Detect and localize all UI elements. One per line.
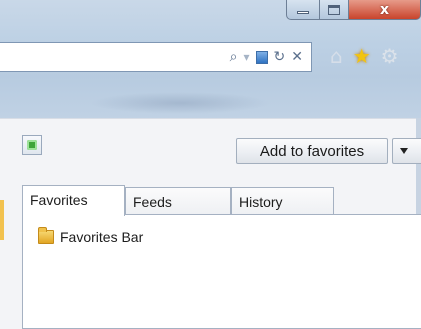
search-icon[interactable]: ⌕: [230, 48, 238, 66]
stop-icon[interactable]: ✕: [291, 48, 303, 66]
chevron-down-icon: [400, 148, 408, 154]
maximize-button[interactable]: [319, 0, 349, 20]
tab-feeds[interactable]: Feeds: [125, 187, 231, 215]
pin-favorites-center-icon: [27, 140, 37, 150]
tools-gear-icon[interactable]: ⚙: [381, 44, 399, 68]
search-dropdown-icon[interactable]: ▾: [244, 50, 250, 64]
tab-favorites[interactable]: Favorites: [22, 185, 125, 216]
add-to-favorites-dropdown[interactable]: [392, 138, 421, 164]
pin-favorites-center-button[interactable]: [22, 135, 42, 155]
minimize-button[interactable]: [286, 0, 320, 20]
favorites-star-icon[interactable]: ★: [353, 44, 371, 68]
tab-history[interactable]: History: [231, 187, 334, 215]
address-bar[interactable]: ⌕ ▾ ↻ ✕: [0, 42, 312, 72]
folder-icon: [38, 227, 54, 244]
address-bar-icons: ⌕ ▾ ↻ ✕: [230, 48, 303, 66]
minimize-icon: [297, 11, 309, 14]
command-toolbar: ⌂ ★ ⚙: [330, 44, 399, 68]
close-icon: x: [379, 1, 390, 18]
compatibility-view-icon[interactable]: [255, 50, 268, 64]
maximize-icon: [328, 4, 340, 15]
refresh-icon[interactable]: ↻: [274, 48, 286, 66]
favorites-list: Favorites Bar: [22, 214, 421, 329]
home-icon[interactable]: ⌂: [330, 44, 343, 68]
pane-left-edge: [0, 200, 4, 240]
add-to-favorites-button[interactable]: Add to favorites: [236, 138, 388, 164]
list-item-label: Favorites Bar: [60, 229, 144, 245]
close-button[interactable]: x: [348, 0, 421, 20]
list-item[interactable]: Favorites Bar: [38, 227, 144, 245]
